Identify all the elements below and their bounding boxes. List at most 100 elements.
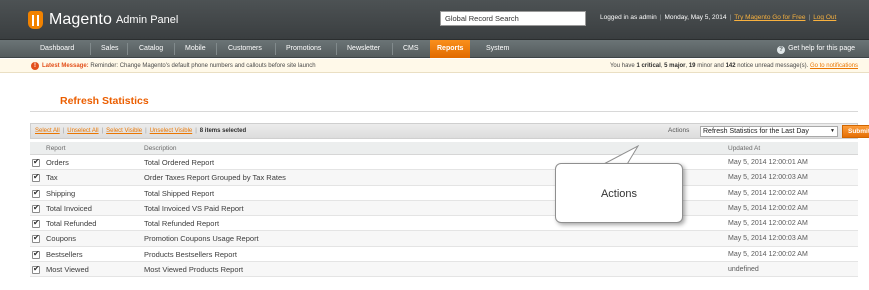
massaction-bar: Select All | Unselect All | Select Visible | U… [30,123,869,139]
row-checkbox[interactable] [32,188,40,198]
nav-reports[interactable]: Reports [430,40,471,58]
user-bar: Logged in as admin | Monday, May 5, 2014 | T… [600,14,837,21]
help-link[interactable]: ? Get help for this page [777,40,855,58]
table-row[interactable]: Tax Order Taxes Report Grouped by Tax Rat… [30,170,858,186]
column-header-updated-at[interactable]: Updated At [728,142,760,155]
logout-link[interactable]: Log Out [813,14,836,21]
actions-callout: Actions [555,163,683,223]
main-nav: Dashboard Sales Catalog Mobile Customers… [0,40,869,58]
table-row[interactable]: Orders Total Ordered Report May 5, 2014 12… [30,155,858,171]
unselect-all-link[interactable]: Unselect All [67,128,98,134]
row-checkbox[interactable] [32,249,40,259]
selected-count: 8 items selected [199,128,247,134]
updated-at-cell: May 5, 2014 12:00:01 AM [728,159,808,166]
magento-logo[interactable]: Magento Admin Panel [28,10,178,30]
logo-title: Magento [49,11,112,28]
row-checkbox[interactable] [32,203,40,213]
notice-suffix: notice unread message(s). [737,63,809,69]
description-cell: Total Refunded Report [144,219,220,229]
nav-promotions[interactable]: Promotions [286,40,321,58]
actions-select-value: Refresh Statistics for the Last Day [703,128,809,135]
row-checkbox[interactable] [32,157,40,167]
nav-sales[interactable]: Sales [101,40,119,58]
updated-at-cell: May 5, 2014 12:00:02 AM [728,204,808,212]
updated-at-cell: undefined [728,266,759,274]
callout-label: Actions [600,188,638,200]
report-cell: Orders [46,158,69,167]
description-cell: Promotion Coupons Usage Report [144,234,259,244]
updated-at-cell: May 5, 2014 12:00:02 AM [728,220,808,228]
table-row[interactable]: Bestsellers Products Bestsellers Report Ma… [30,246,858,263]
updated-at-cell: May 5, 2014 12:00:02 AM [728,250,808,258]
nav-customers[interactable]: Customers [228,40,262,58]
nav-dashboard[interactable]: Dashboard [40,40,74,58]
select-all-link[interactable]: Select All [35,128,60,134]
updated-at-cell: May 5, 2014 12:00:02 AM [728,189,808,197]
minor-suffix: minor and [697,63,724,69]
table-row[interactable]: Most Viewed Most Viewed Products Report un… [30,262,858,278]
date-text: Monday, May 5, 2014 [664,14,727,21]
description-cell: Products Bestsellers Report [144,249,237,259]
column-header-description[interactable]: Description [144,142,177,155]
mass-select-links: Select All | Unselect All | Select Visible | U… [35,128,247,134]
report-cell: Total Invoiced [46,203,92,213]
table-row[interactable]: Total Refunded Total Refunded Report May 5… [30,216,858,232]
table-row[interactable]: Total Invoiced Total Invoiced VS Paid Rep… [30,200,858,217]
admin-header: Magento Admin Panel Global Record Search… [0,0,869,40]
nav-cms[interactable]: CMS [403,40,419,58]
notice-count: 142 [725,63,736,69]
latest-message-text: Reminder: Change Magento's default phone… [90,63,316,69]
submit-button[interactable]: Submit [842,125,869,138]
summary-prefix: You have [609,63,635,69]
table-row[interactable]: Coupons Promotion Coupons Usage Report May… [30,231,858,247]
actions-select[interactable]: Refresh Statistics for the Last Day ▼ [700,126,838,137]
report-cell: Most Viewed [46,265,89,275]
latest-message: Latest Message: Reminder: Change Magento… [42,59,316,73]
nav-newsletter[interactable]: Newsletter [347,40,380,58]
alert-icon: ! [31,62,39,70]
notification-summary: You have 1 critical, 5 major, 19 minor a… [609,63,858,69]
help-icon: ? [777,46,786,54]
critical-count: 1 critical [636,63,661,69]
nav-system[interactable]: System [486,40,509,58]
row-checkbox[interactable] [32,264,40,275]
report-cell: Tax [46,173,58,183]
statistics-grid: Report Description Updated At Orders Tota… [30,142,858,278]
select-visible-link[interactable]: Select Visible [106,128,142,134]
logged-in-text: Logged in as admin [600,14,657,21]
report-cell: Coupons [46,234,77,244]
actions-label: Actions [668,127,690,134]
go-to-notifications-link[interactable]: Go to notifications [810,63,858,69]
minor-count: 19 [688,63,696,69]
column-header-report[interactable]: Report [46,142,66,155]
table-row[interactable]: Shipping Total Shipped Report May 5, 2014 … [30,185,858,201]
grid-header: Report Description Updated At [30,142,858,155]
chevron-down-icon: ▼ [830,128,835,134]
description-cell: Total Ordered Report [144,158,215,167]
unselect-visible-link[interactable]: Unselect Visible [150,128,193,134]
title-divider [30,111,858,112]
global-record-search-input[interactable]: Global Record Search [440,11,586,26]
help-label: Get help for this page [788,45,855,52]
description-cell: Most Viewed Products Report [144,265,244,275]
nav-mobile[interactable]: Mobile [185,40,206,58]
description-cell: Total Invoiced VS Paid Report [144,203,244,213]
report-cell: Total Refunded [46,219,97,229]
latest-message-label: Latest Message: [42,63,89,69]
row-checkbox[interactable] [32,218,40,229]
description-cell: Order Taxes Report Grouped by Tax Rates [144,173,286,183]
logo-subtitle: Admin Panel [115,14,179,26]
nav-catalog[interactable]: Catalog [139,40,163,58]
page-title: Refresh Statistics [60,95,149,107]
row-checkbox[interactable] [32,172,40,183]
report-cell: Bestsellers [46,249,83,259]
report-cell: Shipping [46,188,76,198]
description-cell: Total Shipped Report [144,188,215,198]
try-magento-go-link[interactable]: Try Magento Go for Free [734,14,805,21]
major-count: 5 major [664,63,686,69]
grid-body: Orders Total Ordered Report May 5, 2014 12… [30,155,858,278]
notification-bar: ! Latest Message: Reminder: Change Magen… [0,59,869,73]
updated-at-cell: May 5, 2014 12:00:03 AM [728,174,808,182]
row-checkbox[interactable] [32,233,40,244]
magento-logo-icon [28,11,43,29]
